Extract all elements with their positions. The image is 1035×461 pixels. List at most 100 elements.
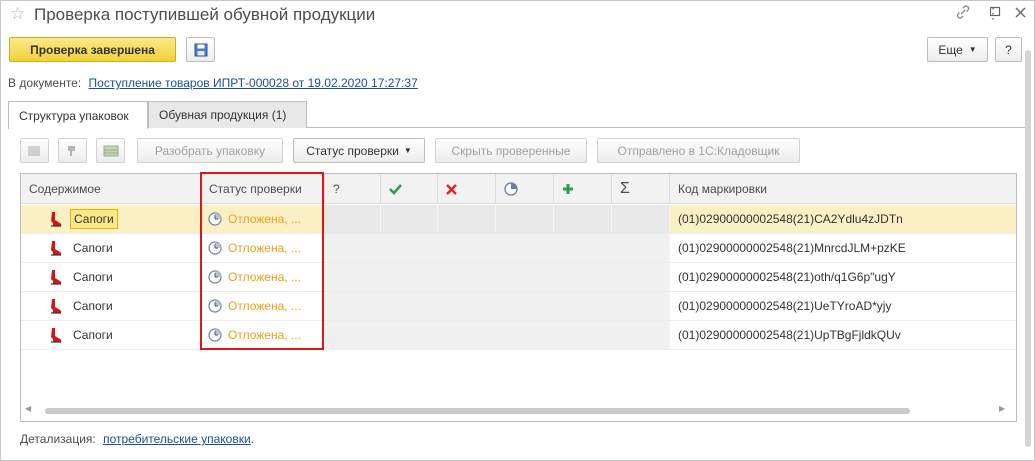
count-cells [325,234,670,262]
content-cell[interactable]: Сапоги [21,205,201,233]
scan-tool-button[interactable] [58,138,87,163]
package-grid[interactable]: Содержимое Статус проверки ? Σ Код марки… [20,173,1017,422]
more-label: Еще [938,42,963,57]
document-prefix: В документе: [8,76,82,90]
horizontal-scrollbar[interactable]: ◀ ▶ [23,404,1013,417]
product-name: Сапоги [73,328,113,342]
status-clock-icon [208,299,222,313]
column-status[interactable]: Статус проверки [201,174,325,204]
count-cell [438,205,496,233]
open-table-button[interactable] [96,138,125,163]
vertical-scroll-thumb[interactable] [1025,50,1031,447]
column-content[interactable]: Содержимое [21,174,201,204]
document-line: В документе: Поступление товаров ИПРТ-00… [8,76,418,90]
code-cell[interactable]: (01)02900000002548(21)CA2Ydlu4zJDTn [678,205,1016,233]
table-row[interactable]: Сапоги Отложена, ... (01)02900000002548(21… [21,292,1016,321]
count-cell [381,205,438,233]
complete-check-button[interactable]: Проверка завершена [9,37,176,62]
checkmark-icon [389,184,402,195]
status-text: Отложена, ... [228,328,301,342]
pie-clock-icon [504,182,518,196]
count-cell [496,205,554,233]
column-checked[interactable] [381,174,438,204]
status-cell[interactable]: Отложена, ... [203,292,325,320]
count-cells [325,292,670,320]
title-bar: ☆ Проверка поступившей обувной продукции… [0,0,1035,30]
horizontal-scroll-thumb[interactable] [45,408,910,414]
status-clock-icon [208,212,222,226]
count-cells [325,321,670,349]
column-unknown[interactable]: ? [325,174,381,204]
save-button[interactable] [186,37,215,62]
boot-icon [51,299,62,314]
content-cell[interactable]: Сапоги [21,321,201,349]
document-link[interactable]: Поступление товаров ИПРТ-000028 от 19.02… [89,76,418,90]
dropdown-arrow-icon: ▼ [968,45,977,54]
product-name: Сапоги [73,241,113,255]
content-cell[interactable]: Сапоги [21,234,201,262]
count-cell [325,205,381,233]
scanner-icon [67,145,75,156]
status-cell[interactable]: Отложена, ... [203,263,325,291]
product-name: Сапоги [73,299,113,313]
tab-package-structure[interactable]: Структура упаковок [8,101,148,129]
save-icon [194,43,207,56]
count-cells [325,263,670,291]
table-row[interactable]: Сапоги Отложена, ... (01)02900000002548(21… [21,321,1016,350]
favorite-star-icon[interactable]: ☆ [10,4,25,24]
status-cell[interactable]: Отложена, ... [203,321,325,349]
scroll-left-icon[interactable]: ◀ [25,404,31,413]
boot-icon [51,212,62,227]
status-clock-icon [208,270,222,284]
help-button[interactable]: ? [995,37,1022,62]
product-name: Сапоги [70,209,118,229]
unpack-button[interactable]: Разобрать упаковку [137,138,283,163]
detail-link[interactable]: потребительские упаковки [103,432,251,446]
sigma-icon: Σ [620,180,630,197]
check-status-button[interactable]: Статус проверки ▼ [293,138,425,163]
detail-prefix: Детализация: [20,432,96,446]
tab-shoe-products[interactable]: Обувная продукция (1) [148,101,307,128]
column-partial[interactable] [496,174,554,204]
column-rejected[interactable] [438,174,496,204]
table-row[interactable]: Сапоги Отложена, ... (01)02900000002548(21… [21,205,1016,234]
status-text: Отложена, ... [228,212,301,226]
close-icon[interactable] [1015,5,1026,21]
status-text: Отложена, ... [228,270,301,284]
product-name: Сапоги [73,270,113,284]
boot-icon [51,241,62,256]
status-cell[interactable]: Отложена, ... [203,205,325,233]
dropdown-arrow-icon: ▼ [403,146,412,155]
table-icon [103,145,118,156]
count-cell [554,205,612,233]
column-code[interactable]: Код маркировки [670,174,1016,204]
table-row[interactable]: Сапоги Отложена, ... (01)02900000002548(21… [21,234,1016,263]
column-total[interactable]: Σ [612,174,670,204]
scroll-right-icon[interactable]: ▶ [999,404,1005,413]
link-icon[interactable] [956,5,970,22]
detail-suffix: . [250,432,255,446]
status-cell[interactable]: Отложена, ... [203,234,325,262]
maximize-icon[interactable] [989,4,1001,20]
plus-icon [563,184,573,194]
barcode-icon [28,145,39,156]
status-text: Отложена, ... [228,241,301,255]
code-cell[interactable]: (01)02900000002548(21)UeTYroAD*yjy [678,292,1016,320]
vertical-scrollbar[interactable] [1023,40,1033,457]
scan-barcode-button[interactable] [20,138,49,163]
cross-icon [446,183,457,195]
table-row[interactable]: Сапоги Отложена, ... (01)02900000002548(21… [21,263,1016,292]
code-cell[interactable]: (01)02900000002548(21)UpTBgFjldkQUv [678,321,1016,349]
count-cell [612,205,670,233]
code-cell[interactable]: (01)02900000002548(21)MnrcdJLM+pzKE [678,234,1016,262]
content-cell[interactable]: Сапоги [21,263,201,291]
detail-line: Детализация: потребительские упаковки. [20,432,254,446]
hide-checked-button[interactable]: Скрыть проверенные [435,138,587,163]
more-button[interactable]: Еще ▼ [927,37,988,62]
window-title: Проверка поступившей обувной продукции [34,5,376,24]
sent-to-warehouse-button[interactable]: Отправлено в 1С:Кладовщик [597,138,800,163]
content-cell[interactable]: Сапоги [21,292,201,320]
code-cell[interactable]: (01)02900000002548(21)oth/q1G6p"ugY [678,263,1016,291]
column-added[interactable] [554,174,612,204]
boot-icon [51,270,62,285]
